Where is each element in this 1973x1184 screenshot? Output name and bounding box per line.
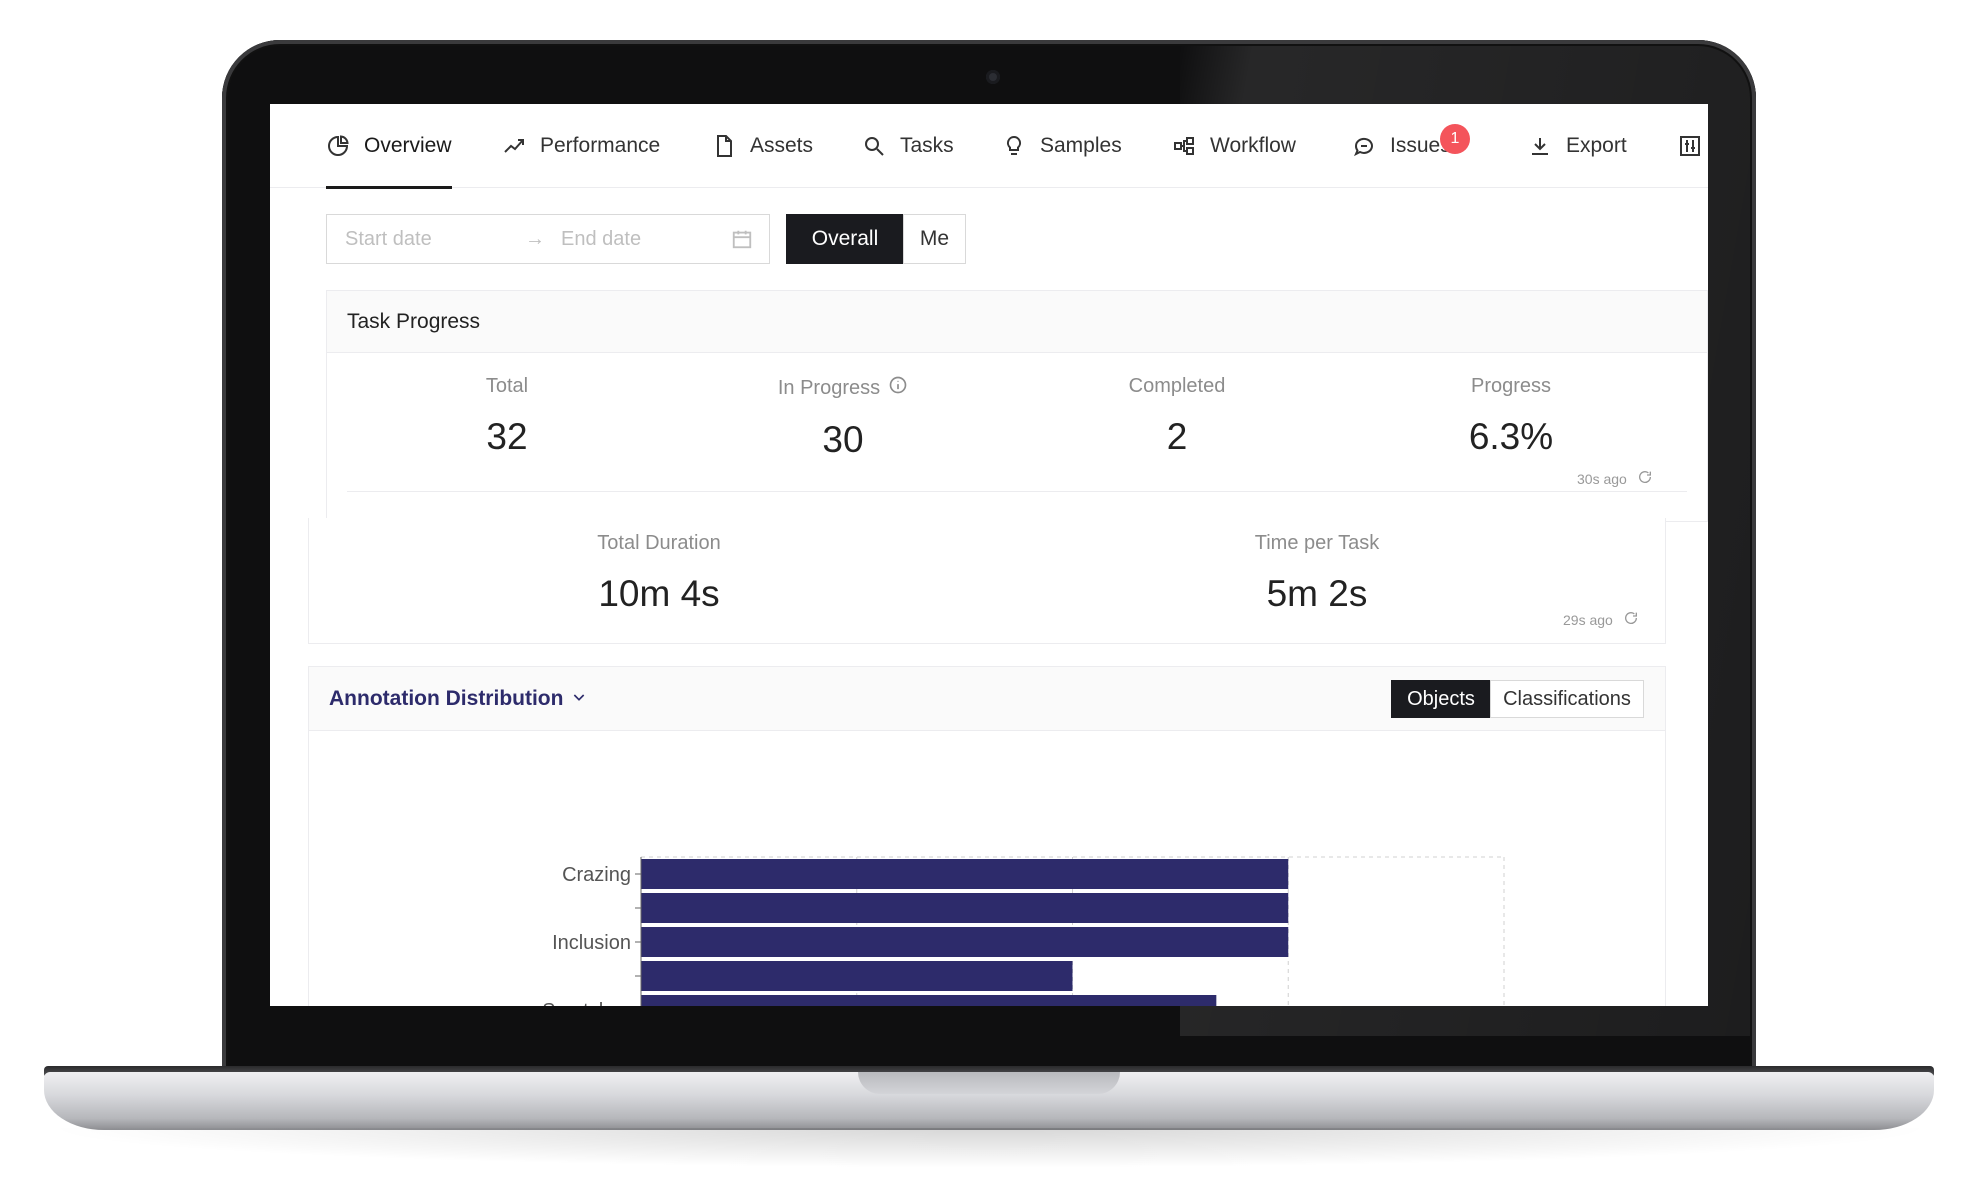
tab-bar: Overview Performance Assets Tasks Sample… bbox=[270, 104, 1708, 189]
stat-value: 2 bbox=[1166, 416, 1188, 457]
download-icon bbox=[1528, 134, 1552, 158]
stat-value: 32 bbox=[486, 416, 528, 457]
chevron-down-icon bbox=[571, 687, 587, 711]
classifications-toggle[interactable]: Classifications bbox=[1490, 680, 1644, 718]
bar[interactable] bbox=[641, 995, 1217, 1006]
range-arrow-icon: → bbox=[525, 227, 545, 250]
task-progress-card: Task Progress Total 32 In Progress 30 Co… bbox=[326, 290, 1708, 522]
category-label: Inclusion bbox=[552, 932, 631, 954]
file-icon bbox=[712, 134, 736, 158]
duration-card: Total Duration 10m 4s Time per Task 5m 2… bbox=[308, 518, 1666, 644]
category-label: Scratches bbox=[542, 1000, 631, 1006]
calendar-icon bbox=[731, 228, 753, 256]
tab-workflow[interactable]: Workflow bbox=[1172, 104, 1296, 188]
tab-label: Workflow bbox=[1210, 134, 1296, 157]
tab-label: Overview bbox=[364, 134, 452, 157]
bar[interactable] bbox=[641, 859, 1289, 889]
refresh-icon[interactable] bbox=[1637, 469, 1653, 488]
stat-in-progress: In Progress 30 bbox=[723, 375, 963, 461]
bar[interactable] bbox=[641, 927, 1289, 957]
updated-text: 30s ago bbox=[1577, 470, 1627, 487]
bar[interactable] bbox=[641, 961, 1073, 991]
end-date-input[interactable]: End date bbox=[561, 228, 641, 251]
task-progress-title: Task Progress bbox=[327, 291, 1707, 353]
annotation-distribution-dropdown[interactable]: Annotation Distribution bbox=[329, 687, 587, 711]
category-label: Crazing bbox=[562, 864, 631, 886]
date-range-picker[interactable]: Start date → End date bbox=[326, 214, 770, 264]
customize-layout-button[interactable] bbox=[1678, 104, 1702, 188]
tab-label: Export bbox=[1566, 134, 1627, 157]
scope-me-button[interactable]: Me bbox=[903, 214, 966, 264]
tab-assets[interactable]: Assets bbox=[712, 104, 813, 188]
tab-performance[interactable]: Performance bbox=[502, 104, 660, 188]
info-icon[interactable] bbox=[888, 375, 908, 401]
tab-label: Performance bbox=[540, 134, 661, 157]
stat-label: In Progress bbox=[777, 376, 881, 399]
tab-overview[interactable]: Overview bbox=[326, 104, 452, 189]
trend-line-icon bbox=[502, 134, 526, 158]
tab-samples[interactable]: Samples bbox=[1002, 104, 1122, 188]
tab-label: Tasks bbox=[900, 134, 954, 157]
duration-updated: 29s ago bbox=[1563, 610, 1639, 629]
sliders-icon bbox=[1678, 134, 1702, 158]
stat-label: Progress bbox=[1470, 375, 1552, 397]
lightbulb-icon bbox=[1002, 134, 1026, 158]
stat-time-per-task: Time per Task 5m 2s bbox=[1197, 532, 1437, 615]
stat-completed: Completed 2 bbox=[1057, 375, 1297, 458]
stat-progress: Progress 6.3% bbox=[1391, 375, 1631, 458]
stat-label: Time per Task bbox=[1254, 532, 1380, 554]
tab-issues[interactable]: Issues bbox=[1352, 104, 1451, 188]
annotation-distribution-card: Annotation Distribution Objects Classifi… bbox=[308, 666, 1666, 1006]
start-date-input[interactable]: Start date bbox=[345, 228, 432, 251]
annotation-bar-chart: CrazingInclusionScratches036912 bbox=[542, 856, 1505, 1006]
scope-overall-button[interactable]: Overall bbox=[786, 214, 904, 264]
stat-value: 6.3% bbox=[1468, 416, 1554, 457]
stat-label: Total Duration bbox=[597, 532, 721, 554]
stat-value: 10m 4s bbox=[598, 573, 720, 614]
tab-label: Samples bbox=[1040, 134, 1122, 157]
pie-chart-icon bbox=[326, 134, 350, 158]
tab-export[interactable]: Export bbox=[1528, 104, 1627, 188]
tab-label: Assets bbox=[750, 134, 814, 157]
stat-total-duration: Total Duration 10m 4s bbox=[539, 532, 779, 615]
webcam bbox=[986, 70, 1000, 84]
stat-value: 5m 2s bbox=[1266, 573, 1368, 614]
divider bbox=[347, 491, 1687, 492]
workflow-icon bbox=[1172, 134, 1196, 158]
chat-bubble-icon bbox=[1352, 134, 1376, 158]
updated-text: 29s ago bbox=[1563, 611, 1613, 628]
stat-label: Completed bbox=[1128, 375, 1226, 397]
tab-tasks[interactable]: Tasks bbox=[862, 104, 954, 188]
app-screen: Overview Performance Assets Tasks Sample… bbox=[270, 104, 1708, 1006]
stat-value: 30 bbox=[822, 419, 864, 460]
stat-label: Total bbox=[485, 375, 529, 397]
progress-updated: 30s ago bbox=[1577, 469, 1653, 488]
bar[interactable] bbox=[641, 893, 1289, 923]
objects-toggle[interactable]: Objects bbox=[1391, 680, 1491, 718]
stat-total: Total 32 bbox=[387, 375, 627, 458]
floor-shadow bbox=[40, 1128, 1940, 1168]
issues-count-badge: 1 bbox=[1440, 124, 1470, 154]
refresh-icon[interactable] bbox=[1623, 610, 1639, 629]
laptop-opening-notch bbox=[858, 1072, 1120, 1094]
search-icon bbox=[862, 134, 886, 158]
annotation-distribution-title: Annotation Distribution bbox=[329, 686, 564, 710]
